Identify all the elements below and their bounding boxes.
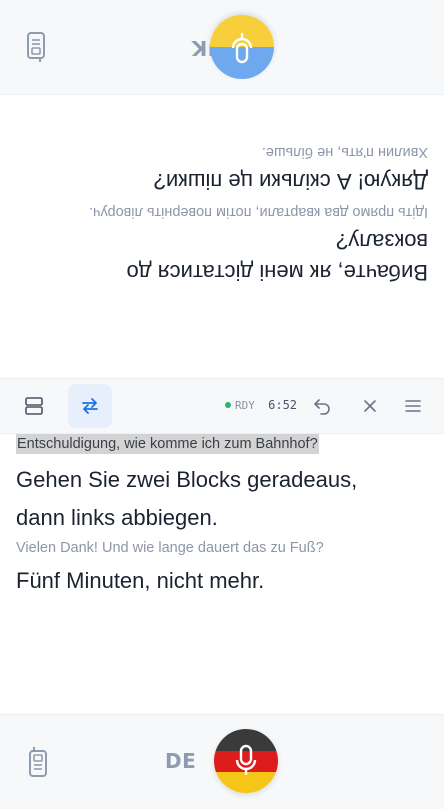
mic-icon [214,729,278,793]
close-icon [364,400,376,412]
bottom-line-3: dann links abbiegen. [16,505,218,530]
timer: 6:52 [268,398,298,412]
bottom-line-5: Fünf Minuten, nicht mehr. [16,568,265,593]
bottom-line-1: Entschuldigung, wie komme ich zum Bahnho… [16,434,319,454]
swap-button[interactable] [68,384,112,428]
highlighted-utterance: Entschuldigung, wie komme ich zum Bahnho… [16,434,319,454]
bottom-controls: DE [0,714,444,809]
walkie-talkie-icon[interactable] [26,31,46,63]
top-line-1: Вибачте, як мені дістатися до [126,260,429,285]
layout-split-icon [25,397,43,415]
bottom-line-4: Vielen Dank! Und wie lange dauert das zu… [16,540,324,556]
status-dot [225,402,231,408]
top-line-2: вокзалу? [336,229,428,254]
mic-icon [210,15,274,79]
undo-button[interactable] [300,384,344,428]
bottom-transcript: Entschuldigung, wie komme ich zum Bahnho… [0,432,444,714]
status-indicator: RDY 6:52 [225,398,297,412]
top-line-5: Хвилин п'ять, не більше. [261,144,428,160]
swap-icon [82,398,98,414]
undo-icon [314,399,330,415]
clear-button[interactable] [348,384,392,428]
bottom-line-2: Gehen Sie zwei Blocks geradeaus, [16,467,358,492]
top-line-3: Ідіть прямо два квартали, потім поверніт… [88,204,428,220]
toolbar: RDY 6:52 [0,378,444,434]
top-panel: Вибачте, як мені дістатися до вокзалу? І… [0,0,444,378]
walkie-talkie-icon[interactable] [28,746,48,778]
bottom-language-code[interactable]: DE [165,749,196,773]
menu-icon [405,400,421,412]
top-line-4: Дякую! А скільки це пішки? [153,169,428,194]
top-transcript: Вибачте, як мені дістатися до вокзалу? І… [0,94,444,378]
top-mic-button[interactable] [210,15,274,79]
menu-button[interactable] [391,384,435,428]
bottom-mic-button[interactable] [214,729,278,793]
layout-split-button[interactable] [12,384,56,428]
top-controls: UK [0,0,444,95]
status-label: RDY [235,399,255,412]
